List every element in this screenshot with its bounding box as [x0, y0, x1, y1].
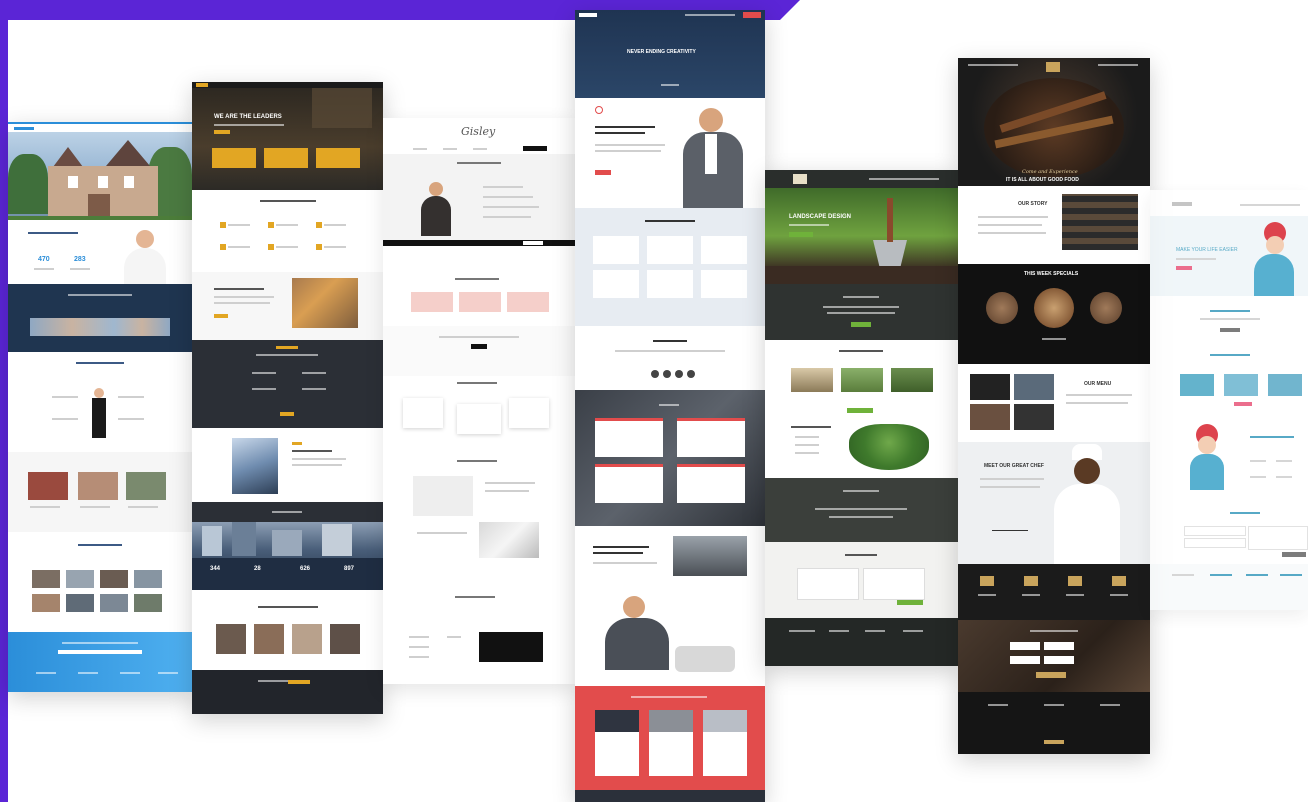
rest-chef: MEET OUR GREAT CHEF: [958, 442, 1150, 564]
beauty-gallery: [1150, 344, 1308, 414]
template-preview-beauty[interactable]: MAKE YOUR LIFE EASIER: [1150, 190, 1308, 610]
beauty-footer: [1150, 564, 1308, 610]
re-footer-cta: [8, 632, 192, 692]
landscape-header: [765, 170, 958, 188]
rest-hero-script: Come and Experience: [1022, 169, 1078, 175]
beauty-header: [1150, 190, 1308, 216]
corp-stat-3: 626: [300, 566, 311, 572]
creative-footer: [575, 790, 765, 802]
landscape-contact: [765, 542, 958, 618]
re-welcome: 470 283: [8, 220, 192, 284]
personal-logo: Gisley: [461, 125, 496, 138]
personal-hero: [383, 154, 575, 240]
corp-stat-4: 897: [344, 566, 355, 572]
landscape-testimonial: [765, 478, 958, 542]
beauty-services: [1150, 414, 1308, 504]
creative-features: [575, 208, 765, 326]
personal-services: [383, 246, 575, 326]
rest-about-heading: OUR STORY: [1018, 201, 1048, 207]
personal-cta: [383, 326, 575, 376]
re-agent: [8, 352, 192, 452]
landscape-hero-heading: LANDSCAPE DESIGN: [789, 214, 852, 220]
rest-specials: THIS WEEK SPECIALS: [958, 264, 1150, 364]
corp-dark-band: [192, 340, 383, 428]
corp-city-stats: 344 28 626 897: [192, 522, 383, 590]
landscape-footer: [765, 618, 958, 666]
re-listings: [8, 452, 192, 532]
rest-chef-heading: MEET OUR GREAT CHEF: [984, 463, 1044, 469]
corp-about: [192, 428, 383, 502]
re-stat-right: 283: [74, 256, 86, 263]
landscape-services: [765, 340, 958, 478]
personal-nav: [383, 144, 575, 154]
corp-mission-bar: [192, 502, 383, 522]
rest-specials-heading: THIS WEEK SPECIALS: [1024, 271, 1079, 277]
rest-story: OUR STORY: [958, 186, 1150, 264]
corp-stat-1: 344: [210, 566, 221, 572]
personal-header: Gisley: [383, 118, 575, 144]
landscape-about: [765, 284, 958, 340]
corp-team: [192, 590, 383, 670]
landscape-hero: LANDSCAPE DESIGN: [765, 188, 958, 284]
corp-hero-heading: WE ARE THE LEADERS: [214, 114, 282, 120]
template-preview-real-estate[interactable]: 470 283: [8, 122, 192, 692]
re-featured-band: [8, 284, 192, 352]
template-preview-corporate[interactable]: WE ARE THE LEADERS 344 28 626 897: [192, 82, 383, 714]
creative-services: [575, 390, 765, 526]
rest-footer: [958, 692, 1150, 754]
rest-features: [958, 564, 1150, 620]
personal-work: [383, 446, 575, 566]
creative-hero: NEVER ENDING CREATIVITY: [575, 10, 765, 98]
corp-footer: [192, 670, 383, 714]
personal-testimonials: [383, 376, 575, 446]
personal-contact: [383, 566, 575, 684]
beauty-contact: [1150, 504, 1308, 564]
template-preview-personal[interactable]: Gisley: [383, 118, 575, 684]
re-gallery: [8, 532, 192, 632]
rest-menu-heading: OUR MENU: [1084, 381, 1112, 387]
corp-stat-2: 28: [254, 566, 261, 572]
template-preview-creative[interactable]: NEVER ENDING CREATIVITY: [575, 10, 765, 802]
corp-services: [192, 190, 383, 272]
creative-hero-heading: NEVER ENDING CREATIVITY: [627, 49, 696, 55]
template-preview-landscape[interactable]: LANDSCAPE DESIGN: [765, 170, 958, 666]
corp-hero: WE ARE THE LEADERS: [192, 82, 383, 190]
corp-quality: [192, 272, 383, 340]
beauty-hero: MAKE YOUR LIFE EASIER: [1150, 216, 1308, 296]
rest-reservation: [958, 620, 1150, 692]
template-preview-restaurant[interactable]: Come and Experience IT IS ALL ABOUT GOOD…: [958, 58, 1150, 754]
creative-testimonials: [575, 326, 765, 390]
rest-hero-heading: IT IS ALL ABOUT GOOD FOOD: [1006, 177, 1079, 183]
creative-blog: [575, 686, 765, 790]
purple-accent-border: [0, 0, 8, 802]
creative-intro: [575, 98, 765, 208]
beauty-hero-heading: MAKE YOUR LIFE EASIER: [1176, 247, 1238, 253]
beauty-about: [1150, 296, 1308, 344]
re-hero-house: [8, 132, 192, 220]
re-stat-left: 470: [38, 256, 50, 263]
rest-hero: Come and Experience IT IS ALL ABOUT GOOD…: [958, 58, 1150, 186]
rest-menu: OUR MENU: [958, 364, 1150, 442]
creative-product: [575, 526, 765, 686]
